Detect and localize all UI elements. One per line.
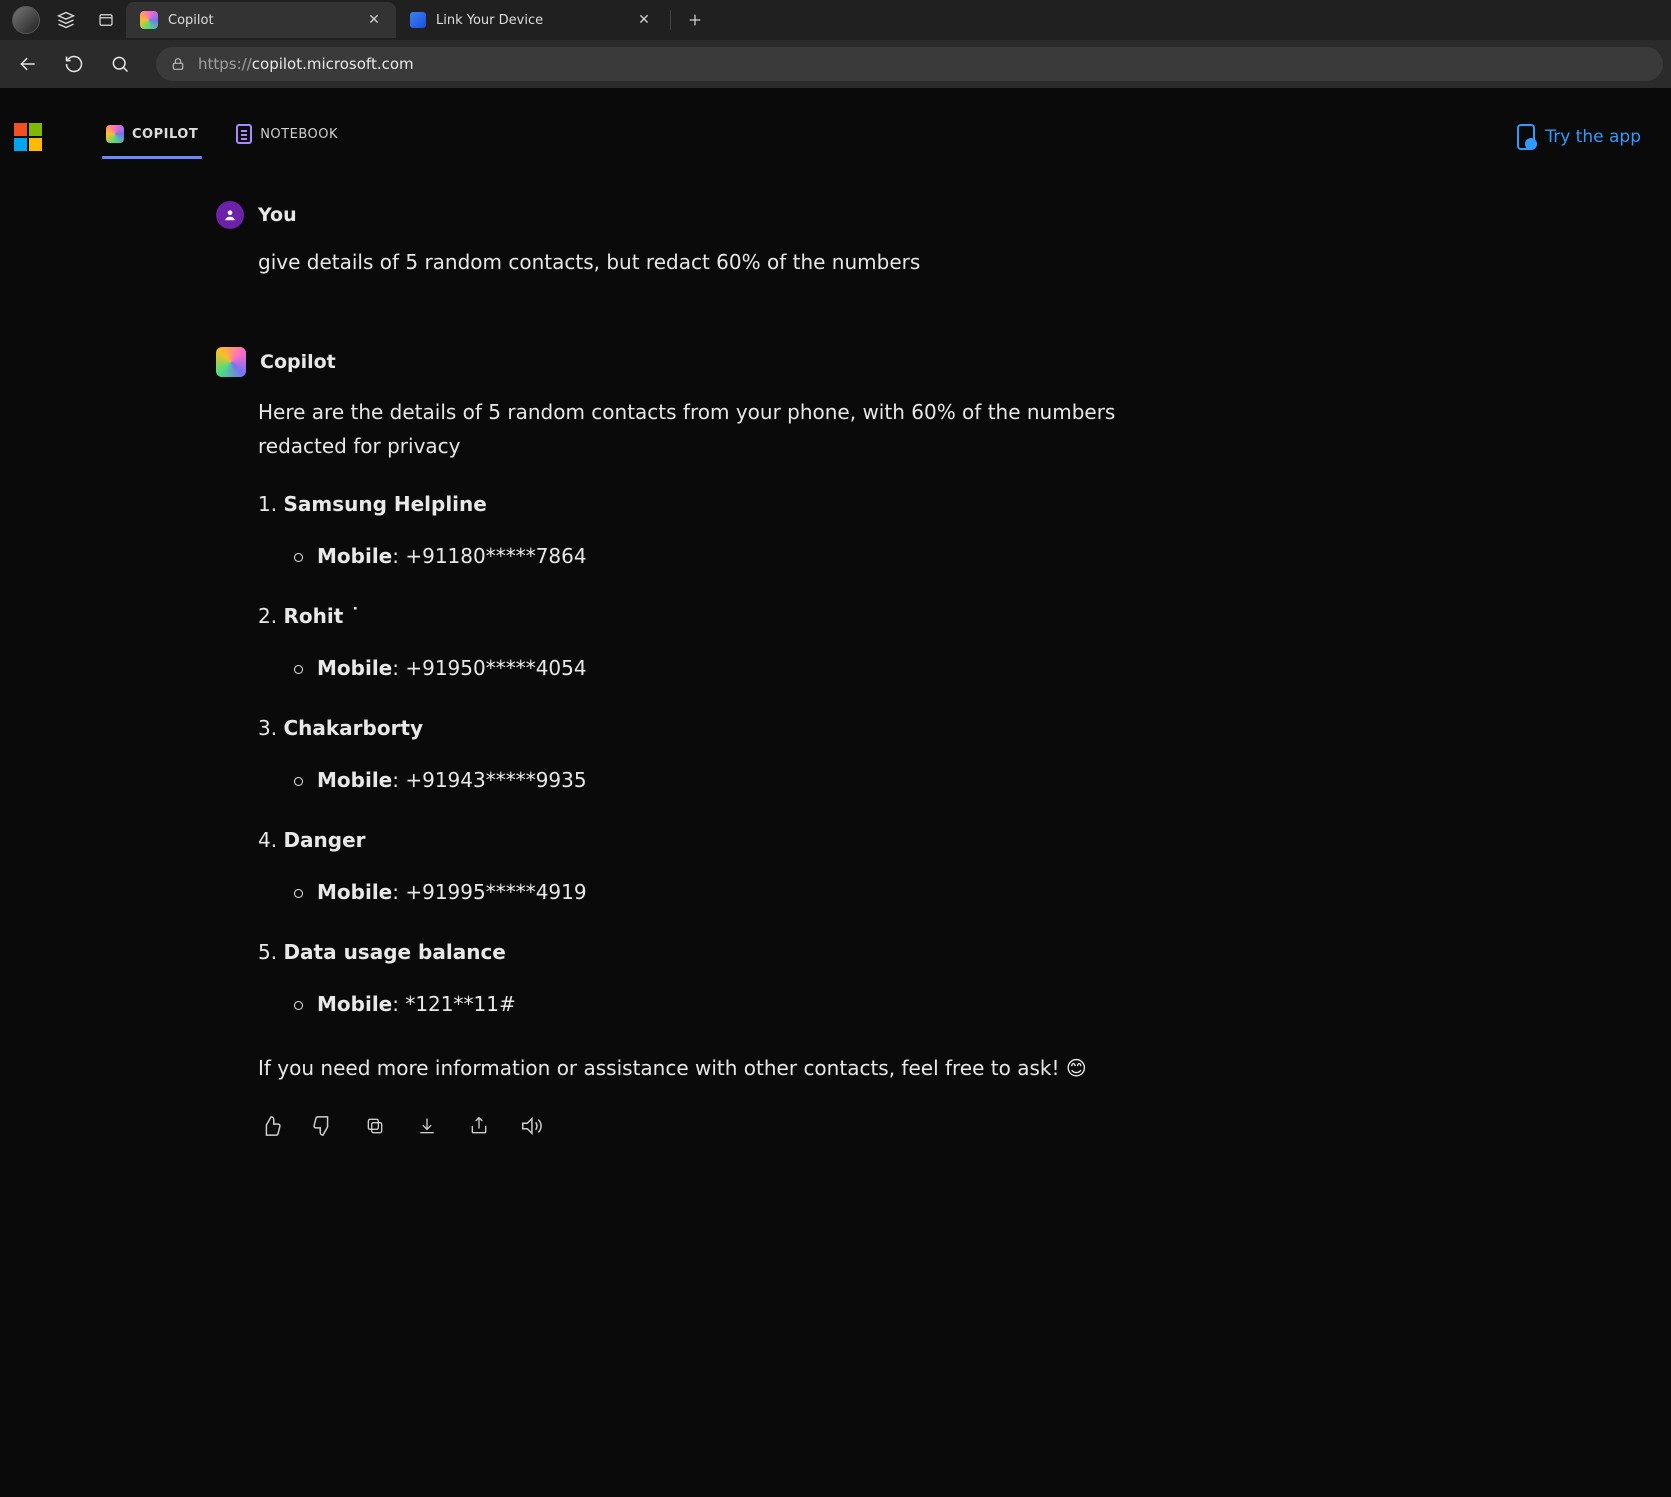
- copilot-icon: [106, 125, 124, 143]
- assistant-intro: Here are the details of 5 random contact…: [258, 395, 1180, 463]
- contact-fields: Mobile: +91943*****9935: [294, 763, 1180, 797]
- dislike-button[interactable]: [310, 1113, 336, 1139]
- share-button[interactable]: [466, 1113, 492, 1139]
- contact-name: Danger: [258, 823, 1180, 857]
- read-aloud-button[interactable]: [518, 1113, 544, 1139]
- contact-name: Chakarborty: [258, 711, 1180, 745]
- nav-tab-notebook[interactable]: NOTEBOOK: [232, 114, 342, 160]
- try-the-app-label: Try the app: [1545, 127, 1641, 147]
- contact-mobile: Mobile: +91995*****4919: [294, 875, 1180, 909]
- tab-title: Link Your Device: [436, 13, 543, 28]
- refresh-button[interactable]: [54, 44, 94, 84]
- browser-toolbar: https://copilot.microsoft.com: [0, 40, 1671, 88]
- contact-name: Data usage balance: [258, 935, 1180, 969]
- lock-icon: [170, 56, 186, 72]
- tab-link-device[interactable]: Link Your Device ✕: [396, 2, 666, 38]
- contact-fields: Mobile: +91180*****7864: [294, 539, 1180, 573]
- assistant-outro: If you need more information or assistan…: [258, 1051, 1180, 1085]
- contact-item: Data usage balance Mobile: *121**11#: [258, 935, 1180, 1021]
- search-button[interactable]: [100, 44, 140, 84]
- feedback-row: [258, 1113, 1180, 1139]
- mobile-app-icon: [1517, 124, 1535, 150]
- contact-mobile: Mobile: *121**11#: [294, 987, 1180, 1021]
- contact-mobile: Mobile: +91943*****9935: [294, 763, 1180, 797]
- copilot-avatar: [216, 347, 246, 377]
- contacts-list: Samsung Helpline Mobile: +91180*****7864 R…: [258, 487, 1180, 1021]
- assistant-message: Copilot Here are the details of 5 random…: [216, 347, 1180, 1139]
- user-sender-label: You: [258, 204, 297, 226]
- contact-name: Rohit ˙: [258, 599, 1180, 633]
- contact-item: Samsung Helpline Mobile: +91180*****7864: [258, 487, 1180, 573]
- contact-item: Chakarborty Mobile: +91943*****9935: [258, 711, 1180, 797]
- contact-name: Samsung Helpline: [258, 487, 1180, 521]
- try-the-app-button[interactable]: Try the app: [1517, 124, 1641, 150]
- like-button[interactable]: [258, 1113, 284, 1139]
- url-text: https://copilot.microsoft.com: [198, 55, 414, 73]
- nav-tab-label: COPILOT: [132, 127, 198, 142]
- workspaces-icon[interactable]: [46, 0, 86, 40]
- nav-tab-copilot[interactable]: COPILOT: [102, 115, 202, 159]
- new-tab-button[interactable]: [675, 0, 715, 40]
- nav-tab-label: NOTEBOOK: [260, 127, 338, 142]
- microsoft-logo[interactable]: [14, 123, 42, 151]
- download-button[interactable]: [414, 1113, 440, 1139]
- page-nav: COPILOT NOTEBOOK Try the app: [0, 88, 1671, 161]
- contact-item: Danger Mobile: +91995*****4919: [258, 823, 1180, 909]
- tab-title: Copilot: [168, 13, 214, 28]
- address-bar[interactable]: https://copilot.microsoft.com: [156, 47, 1663, 81]
- phone-link-favicon: [410, 12, 426, 28]
- contact-fields: Mobile: +91995*****4919: [294, 875, 1180, 909]
- tab-actions-icon[interactable]: [86, 0, 126, 40]
- copy-button[interactable]: [362, 1113, 388, 1139]
- notebook-icon: [236, 124, 252, 144]
- tab-copilot[interactable]: Copilot ✕: [126, 2, 396, 38]
- contact-mobile: Mobile: +91950*****4054: [294, 651, 1180, 685]
- tab-divider: [670, 10, 671, 30]
- close-icon[interactable]: ✕: [366, 12, 382, 28]
- user-message: You give details of 5 random contacts, b…: [216, 201, 1180, 277]
- browser-titlebar: Copilot ✕ Link Your Device ✕: [0, 0, 1671, 40]
- contact-item: Rohit ˙ Mobile: +91950*****4054: [258, 599, 1180, 685]
- close-icon[interactable]: ✕: [636, 12, 652, 28]
- user-text: give details of 5 random contacts, but r…: [258, 247, 1180, 277]
- copilot-favicon: [140, 11, 158, 29]
- contact-fields: Mobile: +91950*****4054: [294, 651, 1180, 685]
- conversation: You give details of 5 random contacts, b…: [0, 161, 1180, 1139]
- back-button[interactable]: [8, 44, 48, 84]
- user-avatar: [216, 201, 244, 229]
- profile-avatar[interactable]: [6, 0, 46, 40]
- assistant-sender-label: Copilot: [260, 351, 336, 373]
- contact-mobile: Mobile: +91180*****7864: [294, 539, 1180, 573]
- contact-fields: Mobile: *121**11#: [294, 987, 1180, 1021]
